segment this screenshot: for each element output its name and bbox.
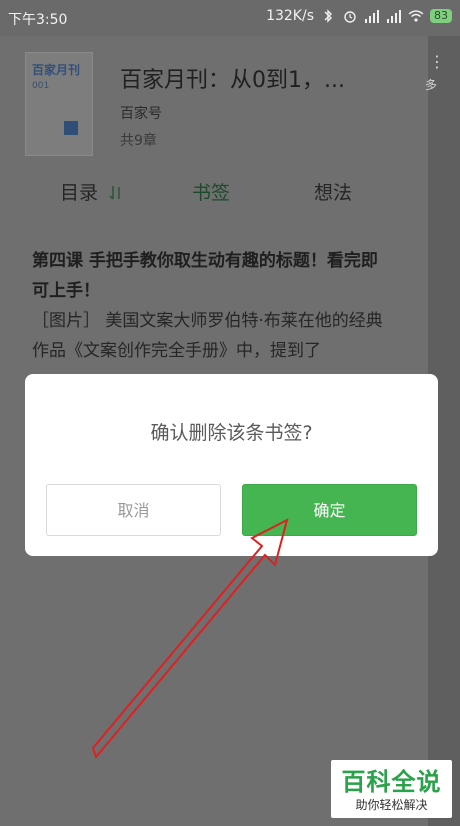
bluetooth-icon xyxy=(324,9,332,23)
signal-icon-2 xyxy=(387,10,401,23)
status-icons: 132K/s 83 xyxy=(266,8,452,24)
cover-title: 百家月刊 xyxy=(32,63,81,77)
tab-bar: 目录 书签 想法 xyxy=(0,178,428,214)
side-panel-text: 多 xyxy=(425,78,438,92)
book-author[interactable]: 百家号 xyxy=(120,103,162,123)
status-bar: 下午3:50 132K/s 83 xyxy=(0,0,460,36)
book-cover[interactable]: 百家月刊 001 xyxy=(25,52,93,156)
chapter-count: 共9章 xyxy=(120,133,157,149)
wifi-icon xyxy=(408,10,424,22)
chapter-excerpt: ［图片］ 美国文案大师罗伯特·布莱在他的经典作品《文案创作完全手册》中，提到了 xyxy=(32,311,383,361)
watermark-logo: 百科全说 助你轻松解决 xyxy=(331,760,452,818)
status-time: 下午3:50 xyxy=(8,12,68,28)
confirm-button[interactable]: 确定 xyxy=(242,484,417,536)
watermark-title: 百科全说 xyxy=(341,768,442,796)
chapter-heading: 第四课 手把手教你取生动有趣的标题！看完即可上手！ xyxy=(32,251,378,301)
cancel-button[interactable]: 取消 xyxy=(46,484,221,536)
tab-notes[interactable]: 想法 xyxy=(314,178,352,205)
alarm-icon xyxy=(344,11,356,23)
tab-contents[interactable]: 目录 xyxy=(60,178,98,205)
delete-bookmark-dialog: 确认删除该条书签? 取消 确定 xyxy=(25,374,438,556)
signal-icon xyxy=(365,10,379,23)
dialog-message: 确认删除该条书签? xyxy=(150,422,313,444)
battery-icon: 83 xyxy=(430,9,452,23)
watermark-subtitle: 助你轻松解决 xyxy=(355,798,428,812)
more-dots-icon[interactable]: ⋮ xyxy=(428,52,446,71)
cover-graphic xyxy=(64,121,78,135)
sort-icon[interactable] xyxy=(108,184,124,202)
tab-bookmarks[interactable]: 书签 xyxy=(192,178,230,205)
book-title: 百家月刊：从0到1，... xyxy=(120,68,345,93)
cover-number: 001 xyxy=(32,81,50,91)
network-speed: 132K/s xyxy=(266,8,314,24)
